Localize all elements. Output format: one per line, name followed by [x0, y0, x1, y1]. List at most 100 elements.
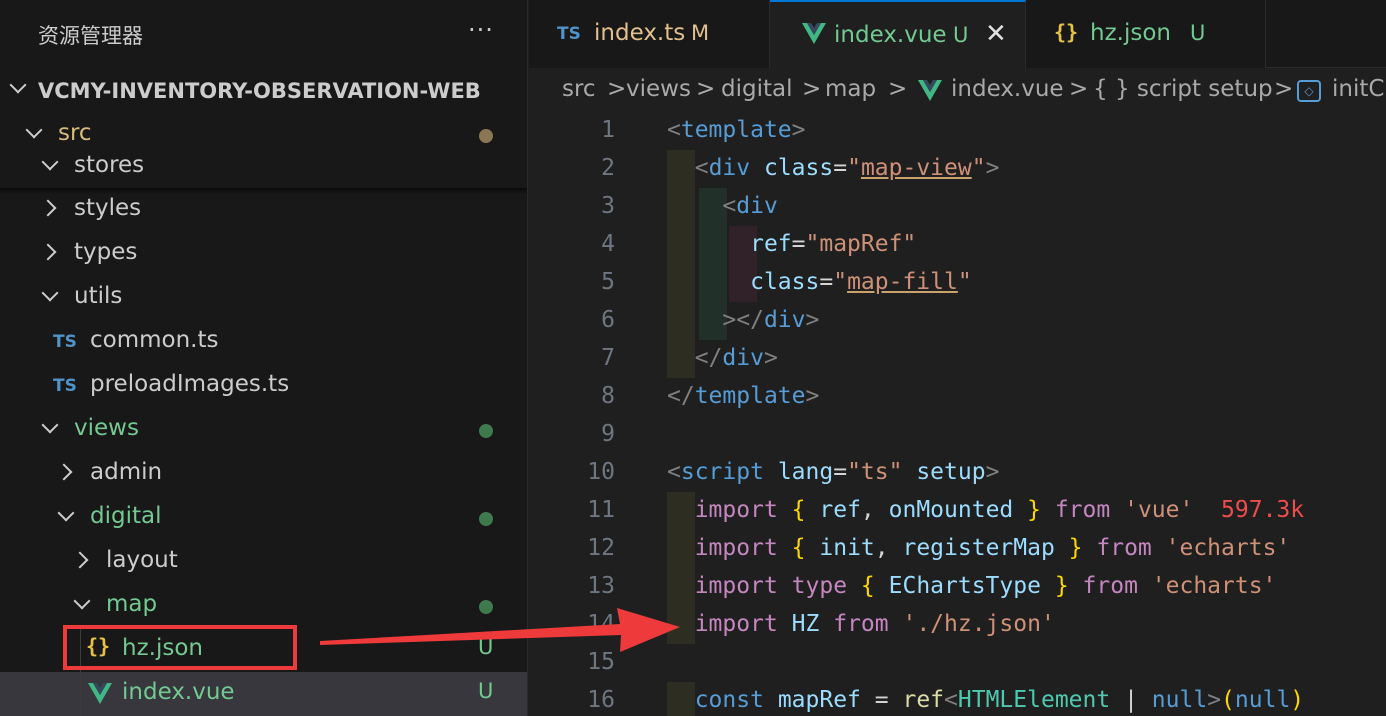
tree-item-types[interactable]: types	[0, 232, 527, 276]
chevron-down-icon	[73, 592, 91, 610]
chevron-down-icon	[57, 504, 75, 522]
tab-label: hz.json	[1090, 20, 1171, 46]
line-number: 10	[587, 459, 615, 485]
line-number: 4	[601, 231, 615, 257]
vue-file-icon	[88, 683, 112, 704]
explorer-header: 资源管理器 ···	[0, 0, 527, 70]
code-line: import type { EChartsType } from 'echart…	[694, 573, 1277, 599]
breadcrumb-item[interactable]: index.vue	[951, 76, 1064, 102]
breadcrumb-item[interactable]: digital	[721, 76, 792, 102]
line-number: 9	[601, 421, 615, 447]
tree-item-label: map	[106, 591, 158, 617]
close-icon[interactable]: ✕	[985, 19, 1007, 49]
line-number: 8	[601, 383, 615, 409]
breadcrumb-separator: >	[696, 76, 716, 102]
line-number: 7	[601, 345, 615, 371]
line-number: 12	[587, 535, 615, 561]
untracked-dot-icon	[479, 600, 493, 614]
tab-label: index.ts	[594, 20, 686, 46]
code-line: <div class="map-view">	[694, 155, 1000, 181]
code-line: <script lang="ts" setup>	[667, 459, 1000, 485]
line-number: 16	[587, 687, 615, 713]
code-line: <div	[722, 193, 778, 219]
code-line: <template>	[667, 117, 806, 143]
untracked-badge: U	[478, 679, 494, 703]
chevron-down-icon	[41, 284, 59, 302]
line-number: 11	[587, 497, 615, 523]
chevron-right-icon	[39, 243, 57, 261]
tree-item-label: index.vue	[122, 679, 235, 705]
import-cost-label: 597.3k	[1221, 497, 1305, 523]
tab-label: index.vue	[834, 22, 947, 48]
tab-index-vue[interactable]: index.vue U ✕	[770, 0, 1026, 68]
code-editor[interactable]: 1 2 3 4 5 6 7 8 9 10 11 12 13 14 15 16 <…	[529, 112, 1386, 716]
editor-area: TS index.ts M index.vue U ✕ {} hz.json U…	[529, 0, 1386, 716]
code-line: import { ref, onMounted } from 'vue' 597…	[694, 497, 1305, 523]
chevron-down-icon	[41, 153, 59, 171]
line-number: 3	[601, 193, 615, 219]
tree-item-stores[interactable]: stores	[0, 145, 527, 189]
untracked-badge: U	[953, 23, 969, 47]
typescript-file-icon: TS	[53, 376, 77, 396]
tree-item-views[interactable]: views	[0, 408, 527, 452]
workspace-root[interactable]: VCMY-INVENTORY-OBSERVATION-WEB	[0, 69, 527, 113]
more-actions-icon[interactable]: ···	[468, 16, 494, 44]
modified-badge: M	[691, 21, 710, 45]
modified-dot-icon	[479, 129, 493, 143]
line-number: 13	[587, 573, 615, 599]
breadcrumb-separator: >	[607, 76, 627, 102]
breadcrumb-item[interactable]: map	[825, 76, 876, 102]
tree-item-label: styles	[74, 195, 142, 221]
tree-item-styles[interactable]: styles	[0, 188, 527, 232]
line-number: 14	[587, 611, 615, 637]
tree-item-map[interactable]: map	[0, 584, 527, 628]
method-icon: ◇	[1297, 80, 1321, 102]
tab-index-ts[interactable]: TS index.ts M	[529, 0, 770, 68]
breadcrumb-separator: >	[888, 76, 908, 102]
typescript-file-icon: TS	[557, 24, 581, 44]
line-number: 5	[601, 269, 615, 295]
typescript-file-icon: TS	[53, 332, 77, 352]
tree-item-label: src	[58, 120, 92, 146]
code-line: </template>	[667, 383, 820, 409]
tab-hz-json[interactable]: {} hz.json U	[1026, 0, 1266, 68]
breadcrumb-separator: >	[802, 76, 822, 102]
tree-item-admin[interactable]: admin	[0, 452, 527, 496]
tree-item-label: admin	[90, 459, 163, 485]
tree-item-common-ts[interactable]: TS common.ts	[0, 320, 527, 364]
tree-item-utils[interactable]: utils	[0, 276, 527, 320]
breadcrumb-item[interactable]: { } script setup	[1093, 76, 1273, 102]
tree-item-label: types	[74, 239, 138, 265]
breadcrumb-item[interactable]: initC	[1332, 76, 1384, 102]
vue-file-icon	[802, 23, 826, 44]
breadcrumb: src > views > digital > map > index.vue …	[529, 70, 1386, 112]
line-number: 15	[587, 649, 615, 675]
vue-file-icon	[918, 80, 942, 101]
breadcrumb-separator: >	[1274, 76, 1294, 102]
line-number: 2	[601, 155, 615, 181]
breadcrumb-separator: >	[1069, 76, 1089, 102]
tree-item-label: common.ts	[90, 327, 219, 353]
code-line: </div>	[694, 345, 778, 371]
untracked-dot-icon	[479, 512, 493, 526]
tree-item-digital[interactable]: digital	[0, 496, 527, 540]
line-number: 1	[601, 117, 615, 143]
breadcrumb-item[interactable]: src	[562, 76, 596, 102]
tree-item-preloadimages-ts[interactable]: TS preloadImages.ts	[0, 364, 527, 408]
tree-item-label: digital	[90, 503, 162, 529]
untracked-badge: U	[1190, 21, 1206, 45]
code-line: import HZ from './hz.json'	[694, 611, 1055, 637]
tree-item-label: preloadImages.ts	[90, 371, 290, 397]
breadcrumb-item[interactable]: views	[626, 76, 691, 102]
chevron-right-icon	[55, 463, 73, 481]
untracked-badge: U	[478, 635, 494, 659]
tree-item-label: layout	[106, 547, 178, 573]
code-line: ></div>	[722, 307, 820, 333]
code-line: const mapRef = ref<HTMLElement | null>(n…	[694, 687, 1305, 713]
tree-item-label: utils	[74, 283, 123, 309]
tree-item-layout[interactable]: layout	[0, 540, 527, 584]
explorer-title: 资源管理器	[38, 24, 143, 48]
chevron-down-icon	[41, 416, 59, 434]
line-number: 6	[601, 307, 615, 333]
code-line: ref="mapRef"	[750, 231, 917, 257]
